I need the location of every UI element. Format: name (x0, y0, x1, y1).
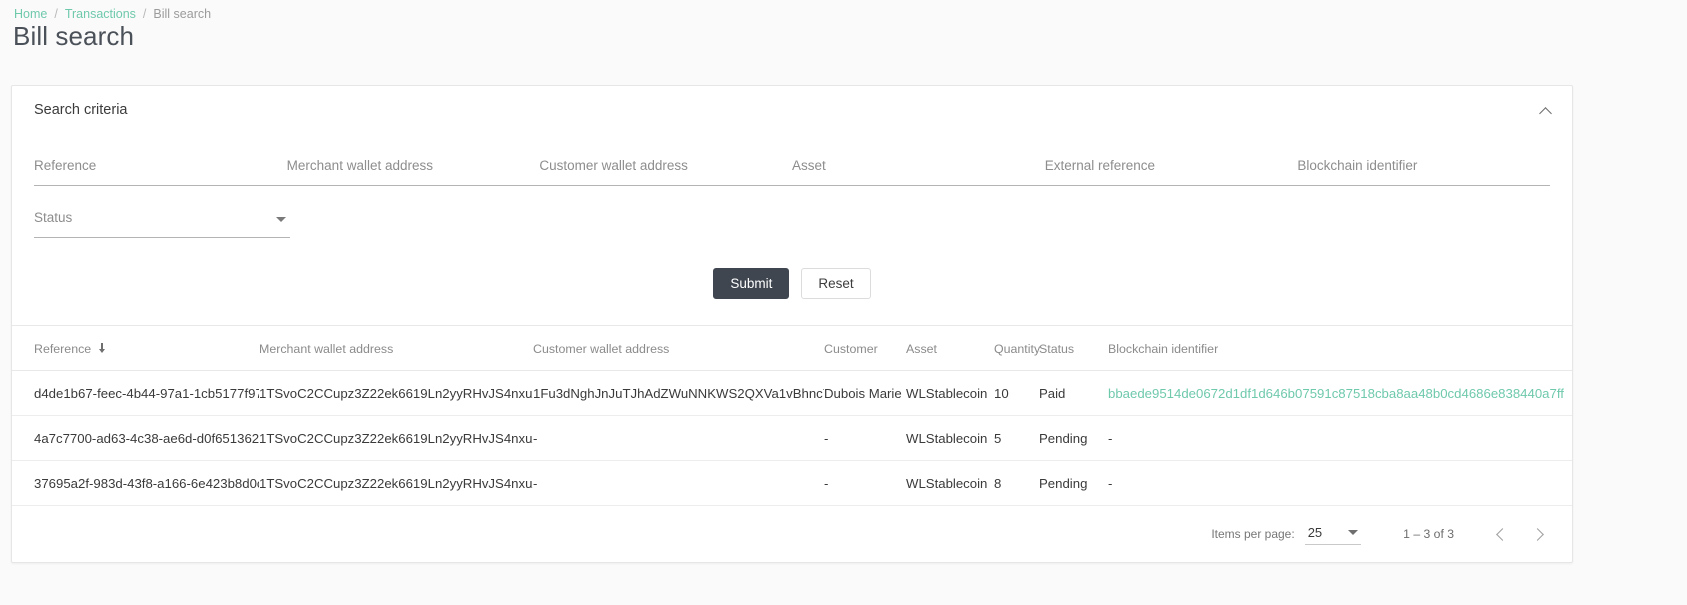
items-per-page-label: Items per page: (1211, 527, 1295, 541)
results-table-wrapper: Reference Merchant wallet address Custom… (12, 325, 1572, 562)
search-criteria-header: Search criteria (12, 86, 1572, 134)
next-page-button[interactable] (1520, 515, 1558, 553)
breadcrumb-item-home[interactable]: Home (14, 7, 47, 21)
cell-status: Pending (1039, 460, 1108, 506)
cell-customer: - (824, 415, 906, 461)
cell-customer-wallet-address: - (533, 415, 824, 461)
cell-quantity: 10 (994, 370, 1039, 416)
cell-asset: WLStablecoin (906, 370, 994, 416)
merchant-wallet-address-field[interactable]: Merchant wallet address (286, 134, 540, 186)
customer-wallet-address-input[interactable]: Customer wallet address (539, 156, 688, 176)
cell-blockchain-identifier: bbaede9514de0672d1df1d646b07591c87518cba… (1108, 370, 1572, 416)
pagination-range-label: 1 – 3 of 3 (1403, 527, 1454, 541)
customer-wallet-address-field[interactable]: Customer wallet address (539, 134, 793, 186)
blockchain-identifier-input[interactable]: Blockchain identifier (1297, 156, 1417, 176)
search-form-row-1: Reference Merchant wallet address Custom… (34, 134, 1551, 186)
cell-merchant-wallet-address: 1TSvoC2CCupz3Z22ek6619Ln2yyRHvJS4nxuzm (259, 460, 533, 506)
cell-blockchain-identifier: - (1108, 460, 1572, 506)
form-actions: Submit Reset (34, 238, 1550, 325)
status-select[interactable]: Status (34, 208, 72, 228)
chevron-down-icon (1348, 530, 1359, 535)
table-header-row: Reference Merchant wallet address Custom… (12, 326, 1572, 371)
external-reference-input[interactable]: External reference (1045, 156, 1155, 176)
cell-quantity: 5 (994, 415, 1039, 461)
table-row[interactable]: d4de1b67-feec-4b44-97a1-1cb5177f9787 1TS… (12, 370, 1572, 416)
external-reference-field[interactable]: External reference (1044, 134, 1298, 186)
search-criteria-title: Search criteria (34, 102, 128, 118)
chevron-down-icon[interactable] (275, 217, 286, 222)
cell-merchant-wallet-address: 1TSvoC2CCupz3Z22ek6619Ln2yyRHvJS4nxuzm (259, 370, 533, 416)
page-title: Bill search (13, 21, 135, 51)
search-form-row-2: Status (34, 186, 1550, 238)
search-criteria-card: Search criteria Reference Merchant walle… (11, 85, 1573, 563)
blockchain-identifier-field[interactable]: Blockchain identifier (1297, 134, 1551, 186)
reference-field[interactable]: Reference (34, 134, 287, 186)
sort-descending-arrow-icon[interactable] (97, 343, 106, 354)
paginator: Items per page: 25 1 – 3 of 3 (12, 506, 1572, 562)
breadcrumb-item-transactions[interactable]: Transactions (65, 7, 136, 21)
column-header-merchant-wallet-address[interactable]: Merchant wallet address (259, 326, 533, 371)
column-header-customer-wallet-address[interactable]: Customer wallet address (533, 326, 824, 371)
table-row[interactable]: 37695a2f-983d-43f8-a166-6e423b8d0c13 1TS… (12, 460, 1572, 506)
cell-customer: Dubois Marie (824, 370, 906, 416)
cell-blockchain-identifier: - (1108, 415, 1572, 461)
merchant-wallet-address-input[interactable]: Merchant wallet address (287, 156, 433, 176)
bill-search-page: Home / Transactions / Bill search Bill s… (0, 0, 1687, 605)
cell-customer-wallet-address: - (533, 460, 824, 506)
cell-asset: WLStablecoin (906, 460, 994, 506)
results-table-body: d4de1b67-feec-4b44-97a1-1cb5177f9787 1TS… (12, 370, 1572, 506)
reset-button[interactable]: Reset (801, 268, 871, 299)
cell-quantity: 8 (994, 460, 1039, 506)
cell-reference: 4a7c7700-ad63-4c38-ae6d-d0f6513623ac (12, 415, 259, 461)
results-table: Reference Merchant wallet address Custom… (12, 326, 1572, 506)
status-field[interactable]: Status (34, 186, 290, 238)
column-header-customer[interactable]: Customer (824, 326, 906, 371)
items-per-page-value: 25 (1307, 525, 1323, 540)
cell-customer-wallet-address: 1Fu3dNghJnJuTJhAdZWuNNKWS2QXVa1vBhnc7P (533, 370, 824, 416)
cell-customer: - (824, 460, 906, 506)
column-header-reference-label: Reference (34, 342, 92, 356)
column-header-reference[interactable]: Reference (12, 326, 259, 371)
previous-page-button[interactable] (1482, 515, 1520, 553)
asset-field[interactable]: Asset (792, 134, 1045, 186)
column-header-blockchain-identifier[interactable]: Blockchain identifier (1108, 326, 1572, 371)
blockchain-identifier-link[interactable]: bbaede9514de0672d1df1d646b07591c87518cba… (1108, 386, 1564, 401)
cell-reference: 37695a2f-983d-43f8-a166-6e423b8d0c13 (12, 460, 259, 506)
column-header-asset[interactable]: Asset (906, 326, 994, 371)
search-form: Reference Merchant wallet address Custom… (12, 134, 1572, 325)
breadcrumb-separator: / (54, 7, 58, 21)
chevron-left-icon (1496, 527, 1509, 541)
chevron-up-icon[interactable] (1534, 100, 1556, 122)
results-table-head: Reference Merchant wallet address Custom… (12, 326, 1572, 371)
table-row[interactable]: 4a7c7700-ad63-4c38-ae6d-d0f6513623ac 1TS… (12, 415, 1572, 461)
cell-reference: d4de1b67-feec-4b44-97a1-1cb5177f9787 (12, 370, 259, 416)
cell-status: Pending (1039, 415, 1108, 461)
asset-input[interactable]: Asset (792, 156, 826, 176)
cell-status: Paid (1039, 370, 1108, 416)
submit-button[interactable]: Submit (713, 268, 790, 299)
items-per-page-select[interactable]: 25 (1304, 523, 1362, 545)
breadcrumb-item-bill-search: Bill search (153, 7, 212, 21)
column-header-quantity[interactable]: Quantity (994, 326, 1040, 371)
cell-asset: WLStablecoin (906, 415, 994, 461)
breadcrumb-separator: / (142, 7, 147, 21)
column-header-status[interactable]: Status (1039, 326, 1108, 371)
reference-input[interactable]: Reference (34, 156, 96, 176)
chevron-right-icon (1531, 527, 1544, 541)
cell-merchant-wallet-address: 1TSvoC2CCupz3Z22ek6619Ln2yyRHvJS4nxuzm (259, 415, 533, 461)
breadcrumb: Home / Transactions / Bill search (14, 7, 211, 21)
